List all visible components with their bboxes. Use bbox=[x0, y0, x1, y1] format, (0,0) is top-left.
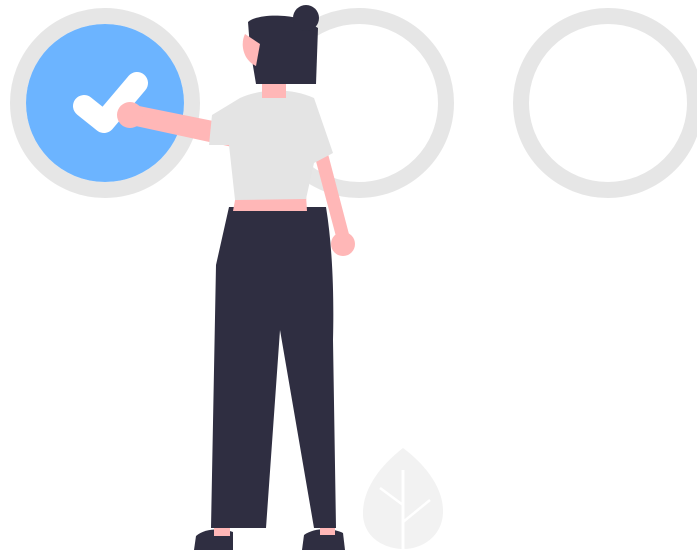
step-1-fill bbox=[26, 24, 184, 182]
step-1-selected[interactable] bbox=[10, 8, 200, 198]
right-hand bbox=[331, 232, 355, 256]
left-hand bbox=[117, 102, 143, 128]
leaf-icon bbox=[362, 448, 444, 550]
pants bbox=[211, 207, 336, 528]
step-3-ring bbox=[513, 8, 697, 198]
illustration-scene bbox=[0, 0, 697, 550]
step-3-empty[interactable] bbox=[513, 8, 697, 198]
illustration-canvas bbox=[10, 5, 697, 550]
hair-bun bbox=[293, 5, 319, 31]
step-circles bbox=[10, 8, 697, 198]
